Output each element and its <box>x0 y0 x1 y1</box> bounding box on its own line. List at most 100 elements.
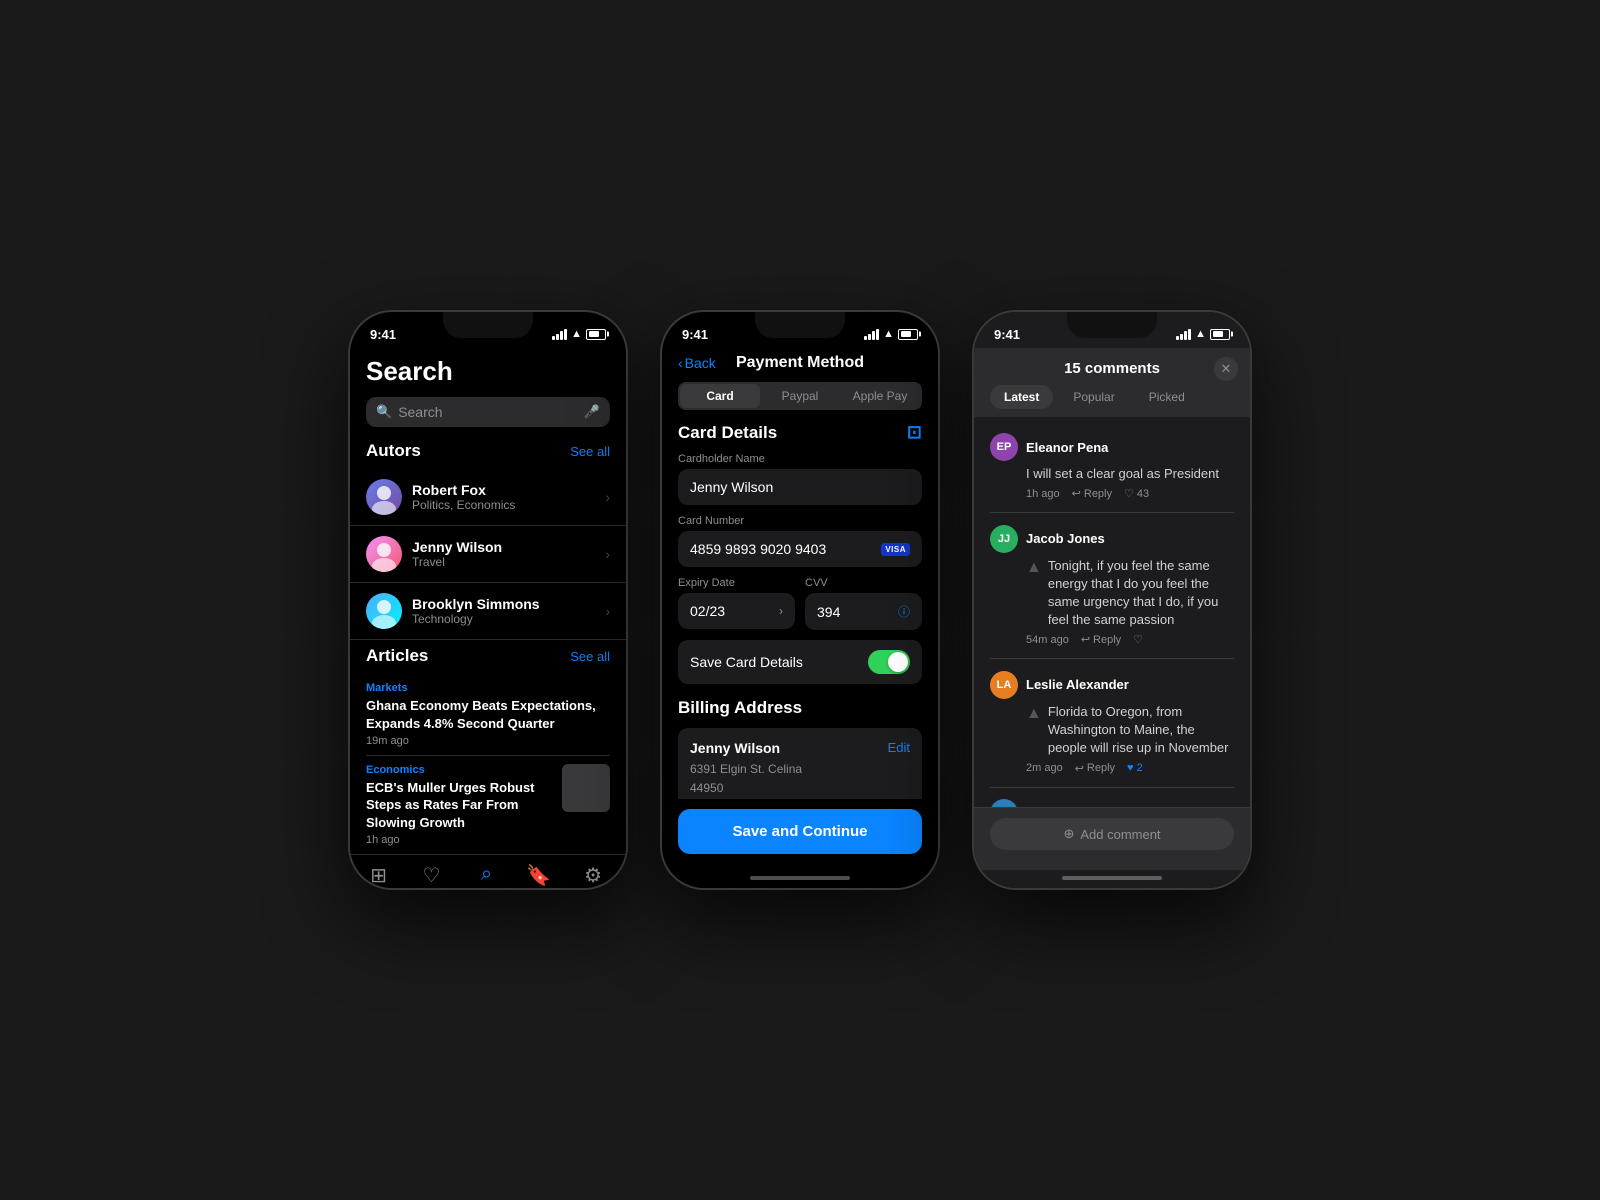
comments-title: 15 comments <box>1064 360 1160 377</box>
avatar-jacob: JJ <box>990 525 1018 553</box>
comment-actions-1: 54m ago ↩ Reply ♡ <box>1026 633 1234 646</box>
cardholder-input[interactable]: Jenny Wilson <box>678 469 922 505</box>
status-time-2: 9:41 <box>682 327 708 342</box>
wifi-icon-3: ▲ <box>1195 328 1206 340</box>
nav-item-search[interactable]: ⌕ Search <box>472 863 501 888</box>
status-icons-1: ▲ <box>552 328 606 340</box>
heart-icon-2: ♥ <box>1127 762 1134 774</box>
nav-item-foryou[interactable]: ♡ For You <box>416 863 447 888</box>
signal-bars-1 <box>552 329 567 340</box>
cvv-label: CVV <box>805 577 922 589</box>
billing-title: Billing Address <box>678 698 922 718</box>
payment-content: Card Details ⊡ Cardholder Name Jenny Wil… <box>662 422 938 799</box>
cardholder-label: Cardholder Name <box>678 453 922 465</box>
saved-icon: 🔖 <box>526 863 551 888</box>
comment-time-0: 1h ago <box>1026 488 1060 500</box>
comment-actions-2: 2m ago ↩ Reply ♥ 2 <box>1026 762 1234 775</box>
battery-icon-3 <box>1210 329 1230 340</box>
avatar-jenny-wilson <box>366 536 402 572</box>
author-info-brooklyn-simmons: Brooklyn Simmons Technology <box>412 596 595 626</box>
comments-phone: 9:41 ▲ 15 comments <box>972 310 1252 890</box>
billing-header: Jenny Wilson 6391 Elgin St. Celina 44950… <box>690 740 910 799</box>
search-input-container[interactable]: 🔍 Search 🎤 <box>366 397 610 427</box>
nav-item-today[interactable]: ⊞ Today <box>367 863 391 888</box>
back-label: Back <box>685 355 716 371</box>
phone-screen-1: 9:41 ▲ Search <box>350 312 626 888</box>
save-card-row[interactable]: Save Card Details <box>678 640 922 684</box>
expiry-input[interactable]: 02/23 › <box>678 593 795 629</box>
card-number-input[interactable]: 4859 9893 9020 9403 VISA <box>678 531 922 567</box>
comment-header-3: DR Darlene Robertson <box>990 799 1234 807</box>
comment-time-2: 2m ago <box>1026 762 1063 774</box>
foryou-icon: ♡ <box>422 863 440 888</box>
tab-applepay[interactable]: Apple Pay <box>840 384 920 408</box>
upvote-icon-1[interactable]: ▲ <box>1026 559 1042 577</box>
like-count-2: 2 <box>1137 762 1143 774</box>
billing-section: Billing Address Jenny Wilson 6391 Elgin … <box>678 698 922 799</box>
save-card-label: Save Card Details <box>690 654 803 670</box>
tab-popular[interactable]: Popular <box>1059 385 1128 409</box>
authors-section-header: Autors See all <box>350 441 626 469</box>
author-tag-jenny-wilson: Travel <box>412 555 595 569</box>
comment-time-1: 54m ago <box>1026 634 1069 646</box>
comment-author-1: Jacob Jones <box>1026 531 1105 546</box>
phone-screen-2: 9:41 ▲ ‹ <box>662 312 938 888</box>
comment-header-0: EP Eleanor Pena <box>990 433 1234 461</box>
author-item-robert-fox[interactable]: Robert Fox Politics, Economics › <box>350 469 626 526</box>
add-comment-button[interactable]: ⊕ Add comment <box>990 818 1234 850</box>
edit-billing-button[interactable]: Edit <box>888 740 910 755</box>
payment-phone: 9:41 ▲ ‹ <box>660 310 940 890</box>
article-time-0: 19m ago <box>366 735 610 747</box>
like-button-2[interactable]: ♥ 2 <box>1127 762 1143 774</box>
save-card-toggle[interactable] <box>868 650 910 674</box>
reply-button-2[interactable]: ↩ Reply <box>1075 762 1115 775</box>
add-comment-icon: ⊕ <box>1063 826 1074 842</box>
articles-see-all[interactable]: See all <box>570 649 610 664</box>
reply-button-0[interactable]: ↩ Reply <box>1072 487 1112 500</box>
billing-name: Jenny Wilson <box>690 740 802 756</box>
today-icon: ⊞ <box>370 863 387 888</box>
author-name-jenny-wilson: Jenny Wilson <box>412 539 595 555</box>
expiry-label: Expiry Date <box>678 577 795 589</box>
author-item-brooklyn-simmons[interactable]: Brooklyn Simmons Technology › <box>350 583 626 640</box>
nav-item-saved[interactable]: 🔖 Saved <box>526 863 552 888</box>
search-nav-icon: ⌕ <box>481 863 492 886</box>
search-screen: Search 🔍 Search 🎤 Autors See all <box>350 348 626 888</box>
comment-item-3: DR Darlene Robertson I will set a clear … <box>974 791 1250 807</box>
nav-item-settings[interactable]: ⚙ Settings <box>577 863 610 888</box>
expiry-value: 02/23 <box>690 603 725 619</box>
cardholder-value: Jenny Wilson <box>690 479 773 495</box>
card-details-title: Card Details ⊡ <box>678 422 922 443</box>
tab-card[interactable]: Card <box>680 384 760 408</box>
search-placeholder: Search <box>398 404 578 420</box>
search-icon: 🔍 <box>376 404 392 420</box>
tab-latest[interactable]: Latest <box>990 385 1053 409</box>
comments-list: EP Eleanor Pena I will set a clear goal … <box>974 417 1250 807</box>
avatar-eleanor: EP <box>990 433 1018 461</box>
reply-button-1[interactable]: ↩ Reply <box>1081 633 1121 646</box>
payment-title: Payment Method <box>736 354 864 372</box>
upvote-icon-2[interactable]: ▲ <box>1026 705 1042 723</box>
article-item-0[interactable]: Markets Ghana Economy Beats Expectations… <box>350 674 626 755</box>
avatar-brooklyn-simmons <box>366 593 402 629</box>
billing-card: Jenny Wilson 6391 Elgin St. Celina 44950… <box>678 728 922 799</box>
author-tag-robert-fox: Politics, Economics <box>412 498 595 512</box>
add-comment-label: Add comment <box>1080 827 1160 842</box>
save-continue-button[interactable]: Save and Continue <box>678 809 922 854</box>
back-button[interactable]: ‹ Back <box>678 355 716 371</box>
cvv-input[interactable]: 394 ⓘ <box>805 593 922 630</box>
heart-icon-1: ♡ <box>1133 633 1143 646</box>
article-item-1[interactable]: Economics ECB's Muller Urges Robust Step… <box>350 756 626 855</box>
like-button-1[interactable]: ♡ <box>1133 633 1143 646</box>
authors-see-all[interactable]: See all <box>570 444 610 459</box>
like-button-0[interactable]: ♡ 43 <box>1124 487 1149 500</box>
tab-paypal[interactable]: Paypal <box>760 384 840 408</box>
battery-icon-1 <box>586 329 606 340</box>
signal-bars-3 <box>1176 329 1191 340</box>
wifi-icon-2: ▲ <box>883 328 894 340</box>
tab-picked[interactable]: Picked <box>1135 385 1199 409</box>
article-category-1: Economics <box>366 764 554 776</box>
scan-icon[interactable]: ⊡ <box>907 422 922 443</box>
close-comments-button[interactable]: ✕ <box>1214 357 1238 381</box>
author-item-jenny-wilson[interactable]: Jenny Wilson Travel › <box>350 526 626 583</box>
